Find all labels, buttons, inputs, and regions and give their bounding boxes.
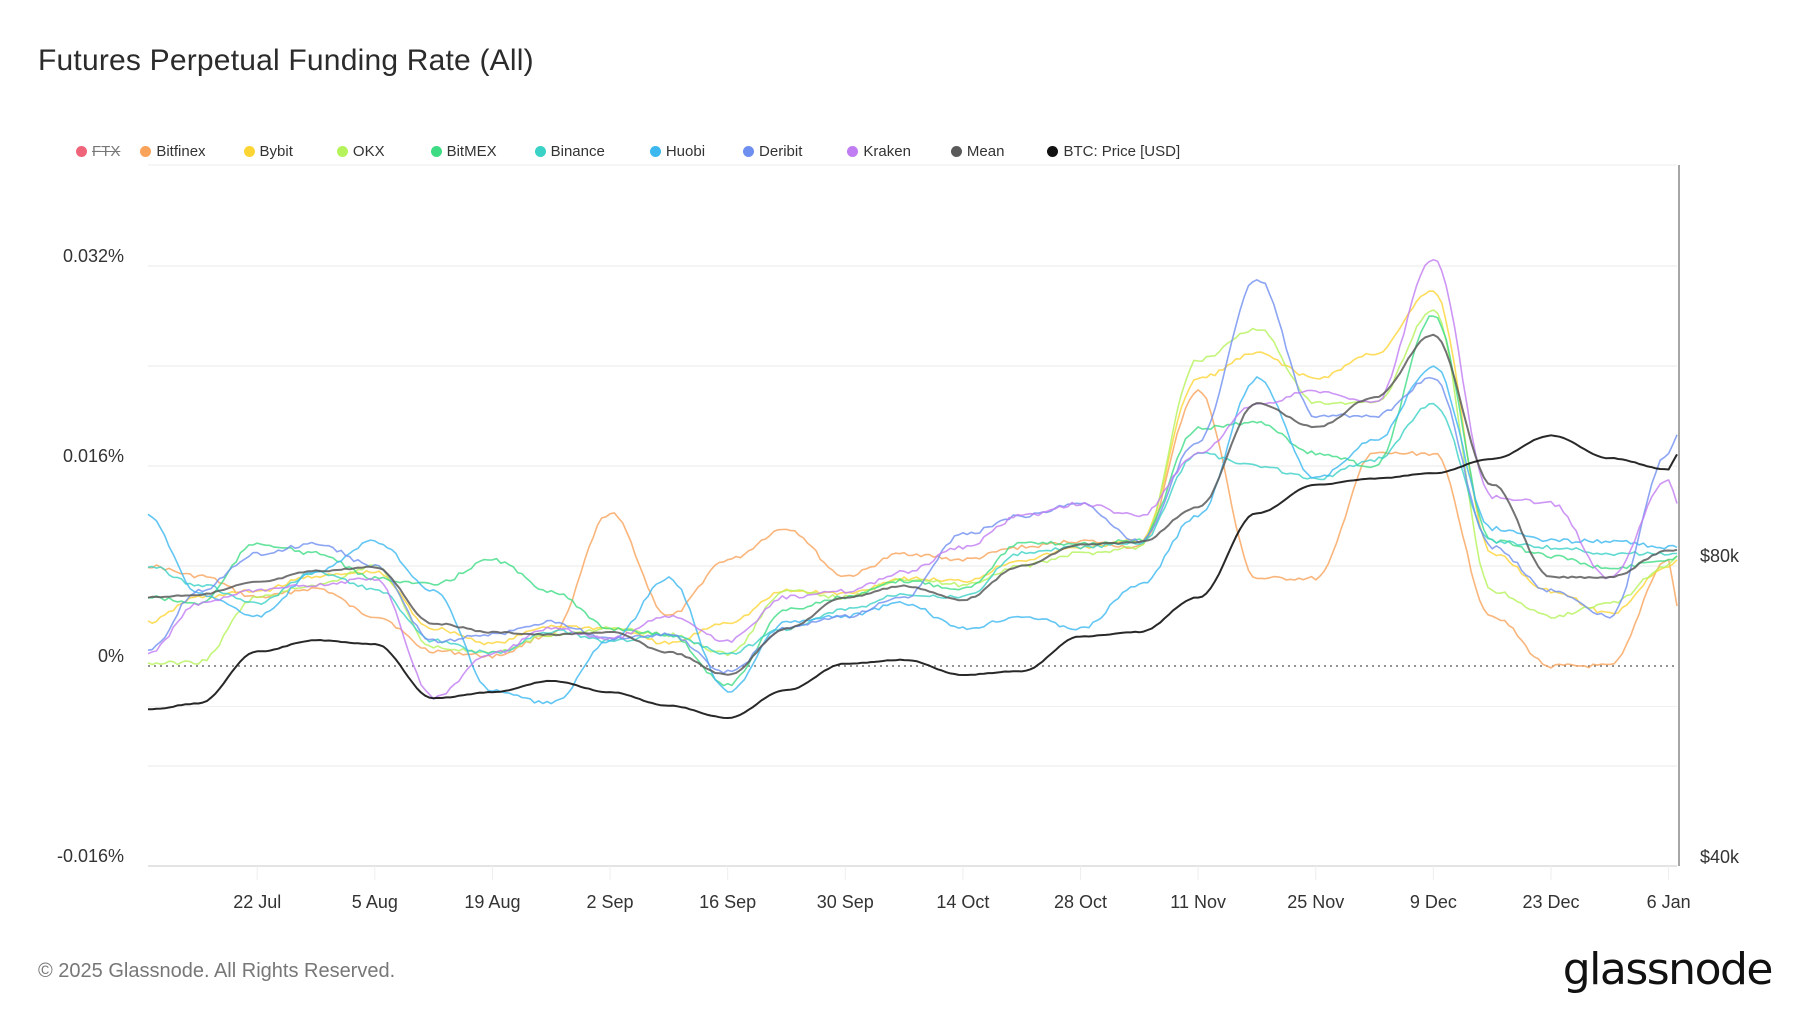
y-tick-label: -0.016% bbox=[57, 846, 124, 866]
y-axis-right: $80k $40k bbox=[1700, 546, 1740, 867]
series-line-huobi[interactable] bbox=[147, 365, 1678, 705]
y-tick-label: 0.016% bbox=[63, 446, 124, 466]
series-line-okx[interactable] bbox=[147, 309, 1678, 666]
x-axis: 22 Jul 5 Aug 19 Aug 2 Sep 16 Sep 30 Sep 14 Oct… bbox=[233, 866, 1691, 912]
x-tick-label: 5 Aug bbox=[352, 892, 398, 912]
x-tick-label: 23 Dec bbox=[1522, 892, 1579, 912]
series-lines bbox=[147, 259, 1678, 719]
x-tick-label: 30 Sep bbox=[817, 892, 874, 912]
copyright-text: © 2025 Glassnode. All Rights Reserved. bbox=[38, 960, 396, 982]
x-tick-label: 16 Sep bbox=[699, 892, 756, 912]
series-line-bitmex[interactable] bbox=[147, 315, 1678, 687]
x-tick-label: 28 Oct bbox=[1054, 892, 1107, 912]
chart-plot: 0.032% 0.016% 0% -0.016% $80k $40k 22 Jul 5 A… bbox=[57, 164, 1740, 912]
x-tick-label: 22 Jul bbox=[233, 892, 281, 912]
series-line-binance[interactable] bbox=[147, 402, 1677, 655]
y-axis-left: 0.032% 0.016% 0% -0.016% bbox=[57, 246, 124, 866]
y-tick-label: 0% bbox=[98, 646, 124, 666]
x-tick-label: 9 Dec bbox=[1410, 892, 1457, 912]
x-tick-label: 25 Nov bbox=[1287, 892, 1344, 912]
gridlines bbox=[148, 164, 1677, 867]
y2-tick-label: $40k bbox=[1700, 847, 1740, 867]
x-tick-label: 19 Aug bbox=[464, 892, 520, 912]
y2-tick-label: $80k bbox=[1700, 546, 1740, 566]
x-tick-label: 11 Nov bbox=[1170, 892, 1226, 912]
x-tick-label: 14 Oct bbox=[936, 892, 989, 912]
series-line-bitfinex[interactable] bbox=[147, 389, 1678, 669]
glassnode-logo[interactable]: glassnode bbox=[1563, 944, 1774, 995]
x-tick-label: 6 Jan bbox=[1647, 892, 1691, 912]
y-tick-label: 0.032% bbox=[63, 246, 124, 266]
x-tick-label: 2 Sep bbox=[587, 892, 634, 912]
